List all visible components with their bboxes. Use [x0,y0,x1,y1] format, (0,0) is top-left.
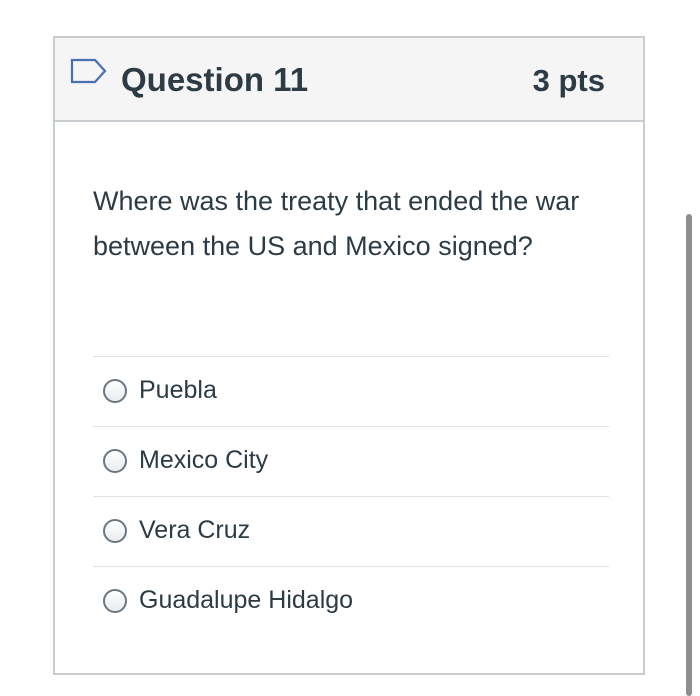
question-points: 3 pts [532,63,605,98]
answer-list: Puebla Mexico City Vera Cruz Guadalupe H… [93,356,609,636]
scrollbar[interactable] [686,214,692,696]
answer-label: Mexico City [139,446,269,474]
radio-button[interactable] [103,589,127,613]
question-header: Question 11 3 pts [55,38,643,122]
question-card: Question 11 3 pts Where was the treaty t… [53,36,645,675]
answer-option-puebla[interactable]: Puebla [93,356,609,426]
answer-option-mexico-city[interactable]: Mexico City [93,426,609,496]
answer-label: Guadalupe Hidalgo [139,586,354,614]
answer-label: Vera Cruz [139,516,251,544]
answer-option-vera-cruz[interactable]: Vera Cruz [93,496,609,566]
flag-question-icon[interactable] [69,57,109,91]
radio-button[interactable] [103,449,127,473]
answer-label: Puebla [139,376,217,404]
question-text: Where was the treaty that ended the war … [93,186,580,261]
radio-button[interactable] [103,519,127,543]
answer-option-guadalupe-hidalgo[interactable]: Guadalupe Hidalgo [93,566,609,636]
radio-button[interactable] [103,379,127,403]
question-title: Question 11 [121,61,309,98]
